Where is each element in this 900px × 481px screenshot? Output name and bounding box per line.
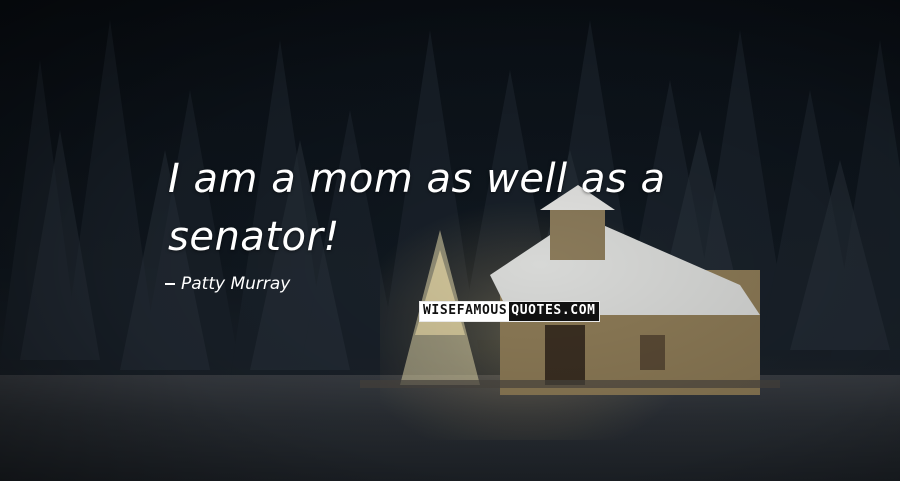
- quote-line-1: I am a mom as well as a: [168, 156, 666, 202]
- quote-card: I am a mom as well as a senator! Patty M…: [0, 0, 900, 481]
- dash-icon: [165, 283, 175, 285]
- quote-line-2: senator!: [168, 214, 340, 260]
- author-name: Patty Murray: [181, 274, 291, 294]
- author-attribution: Patty Murray: [165, 272, 290, 296]
- quote-text: I am a mom as well as a senator!: [168, 150, 808, 266]
- logo-text-part-2: QUOTES.COM: [509, 302, 599, 321]
- wisefamousquotes-logo: WISEFAMOUS QUOTES.COM: [419, 301, 600, 322]
- logo-text-part-1: WISEFAMOUS: [420, 302, 510, 321]
